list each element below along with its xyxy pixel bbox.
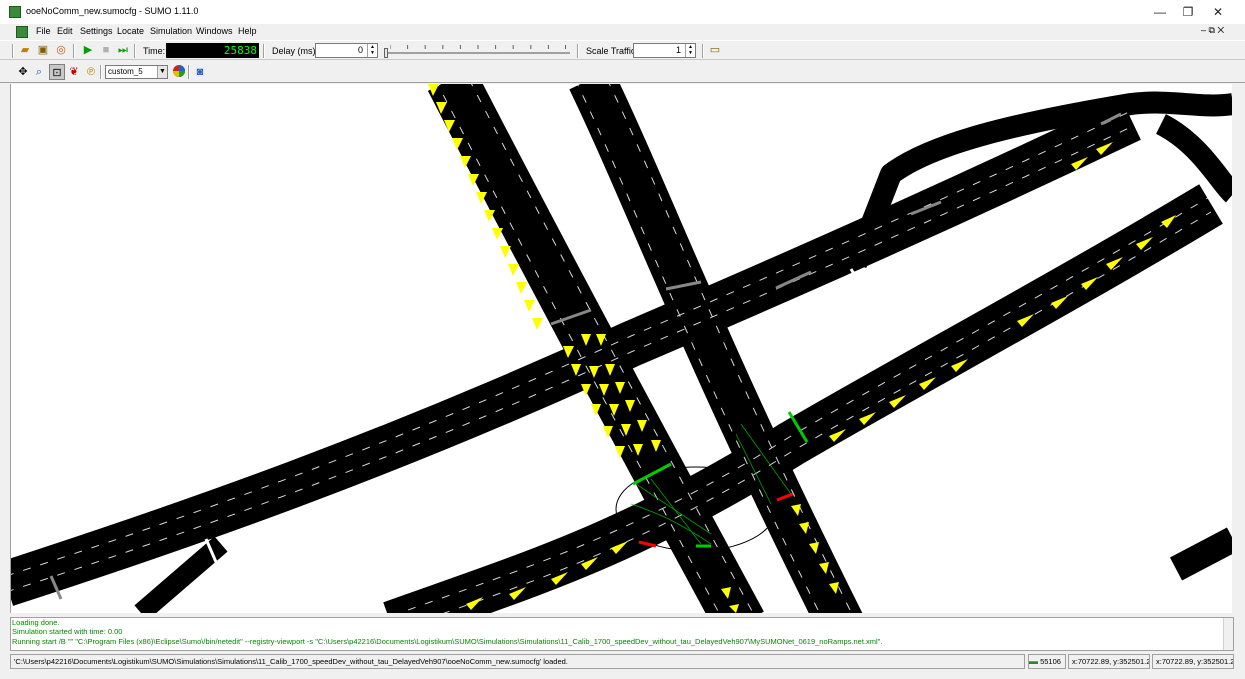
geo-coordinates: x:70722.89, y:352501.27 <box>1152 654 1234 669</box>
gaming-mode-icon[interactable]: ▭ <box>707 42 723 58</box>
scale-traffic-label: Scale Traffic: <box>586 46 638 56</box>
car-icon: ▬ <box>1029 656 1038 666</box>
simulation-view[interactable] <box>10 84 1232 613</box>
road-network-map[interactable] <box>11 84 1232 613</box>
minimize-button[interactable]: — <box>1145 3 1175 21</box>
status-bar: 'C:\Users\p42216\Documents\Logistikum\SU… <box>0 651 1245 673</box>
toolbar-separator <box>702 44 704 58</box>
reload-icon[interactable]: ▣ <box>35 42 51 58</box>
mdi-window-icon[interactable] <box>16 26 28 38</box>
slider-ticks <box>390 45 566 49</box>
locate-junction-icon[interactable]: ⊡ <box>49 64 65 80</box>
message-window: Loading done. Simulation started with ti… <box>10 617 1234 651</box>
status-message: 'C:\Users\p42216\Documents\Logistikum\SU… <box>10 654 1025 669</box>
vehicle-count: 55106 <box>1040 657 1061 666</box>
open-folder-icon[interactable]: ▰ <box>17 42 33 58</box>
vehicle-count-box: ▬ 55106 <box>1028 654 1066 669</box>
scale-traffic-spinner[interactable]: 1 ▲ ▼ <box>633 43 696 58</box>
toolbar-separator <box>73 44 75 58</box>
message-scrollbar[interactable] <box>1223 618 1233 650</box>
open-network-icon[interactable]: ◎ <box>53 42 69 58</box>
road-surfaces <box>11 84 1232 613</box>
cursor-coordinates: x:70722.89, y:352501.27 <box>1068 654 1150 669</box>
toolbar-separator <box>100 65 102 79</box>
locate-poi-icon[interactable]: ℗ <box>83 64 99 80</box>
color-scheme-value: custom_5 <box>108 67 143 76</box>
delay-value: 0 <box>357 45 363 55</box>
menu-locate[interactable]: Locate <box>117 26 144 36</box>
scale-spinner-arrows[interactable]: ▲ ▼ <box>685 44 695 57</box>
main-toolbar: ▰ ▣ ◎ ▶ ■ ⏭ Time: 25838 Delay (ms): 0 ▲ ▼… <box>0 40 1245 60</box>
toolbar-separator <box>263 44 265 58</box>
recenter-icon[interactable]: ✥ <box>15 64 31 80</box>
locate-vehicle-icon[interactable]: ❦ <box>66 64 82 80</box>
menu-help[interactable]: Help <box>238 26 257 36</box>
zoom-icon[interactable]: ⌕ <box>31 64 47 80</box>
window-title: ooeNoComm_new.sumocfg - SUMO 1.11.0 <box>26 6 199 16</box>
run-icon[interactable]: ▶ <box>80 42 96 58</box>
slider-track <box>386 52 570 54</box>
stop-icon[interactable]: ■ <box>98 42 114 58</box>
edit-coloring-icon[interactable] <box>171 64 187 80</box>
toolbar-separator <box>12 44 14 58</box>
delay-spinner[interactable]: 0 ▲ ▼ <box>315 43 378 58</box>
title-bar: ooeNoComm_new.sumocfg - SUMO 1.11.0 — ❐ … <box>0 0 1245 24</box>
chevron-down-icon[interactable]: ▼ <box>157 66 167 78</box>
close-button[interactable]: ✕ <box>1203 3 1233 21</box>
restore-button[interactable]: ❐ <box>1173 3 1203 21</box>
mdi-controls[interactable]: – ⧉ ✕ <box>1201 25 1224 36</box>
time-display: 25838 <box>166 43 259 58</box>
menu-settings[interactable]: Settings <box>80 26 113 36</box>
scale-traffic-value: 1 <box>675 45 681 55</box>
color-scheme-select[interactable]: custom_5 ▼ <box>105 65 168 79</box>
sumo-app-icon <box>9 6 21 18</box>
time-label: Time: <box>143 46 166 56</box>
menu-edit[interactable]: Edit <box>57 26 73 36</box>
slider-thumb[interactable] <box>384 48 388 58</box>
menu-windows[interactable]: Windows <box>196 26 233 36</box>
menu-simulation[interactable]: Simulation <box>150 26 192 36</box>
toolbar-separator <box>577 44 579 58</box>
step-icon[interactable]: ⏭ <box>115 42 131 58</box>
view-toolbar: ✥ ⌕ ⊡ ❦ ℗ custom_5 ▼ ◙ <box>0 61 1245 83</box>
message-line: Loading done. <box>12 618 60 627</box>
message-line: Running start /B "" "C:\Program Files (x… <box>12 636 883 646</box>
delay-label: Delay (ms): <box>272 46 319 56</box>
menu-bar: File Edit Settings Locate Simulation Win… <box>0 24 1245 40</box>
delay-slider[interactable] <box>384 44 572 58</box>
toolbar-separator <box>188 65 190 79</box>
menu-file[interactable]: File <box>36 26 51 36</box>
toolbar-separator <box>134 44 136 58</box>
delay-spinner-arrows[interactable]: ▲ ▼ <box>367 44 377 57</box>
screenshot-icon[interactable]: ◙ <box>192 64 208 80</box>
message-line: Simulation started with time: 0.00 <box>12 627 123 637</box>
